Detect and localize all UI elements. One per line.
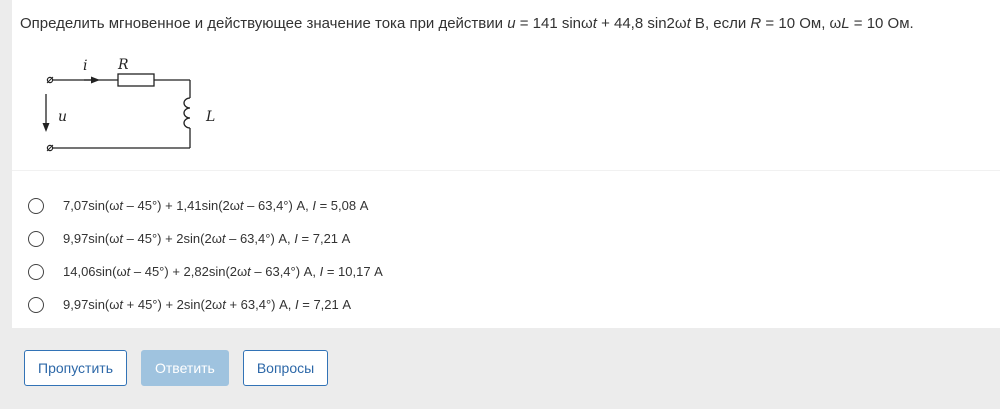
text-fragment: – 45°) + 1,41sin(2ω bbox=[123, 198, 240, 213]
questions-button[interactable]: Вопросы bbox=[242, 350, 329, 386]
italic-symbol: u bbox=[507, 15, 516, 32]
answer-option[interactable]: 14,06sin(ωt – 45°) + 2,82sin(2ωt – 63,4°… bbox=[28, 255, 383, 288]
answer-text: 9,97sin(ωt + 45°) + 2sin(2ωt + 63,4°) А,… bbox=[63, 297, 351, 312]
answer-text: 7,07sin(ωt – 45°) + 1,41sin(2ωt – 63,4°)… bbox=[63, 198, 368, 213]
voltage-arrowhead bbox=[42, 123, 50, 132]
text-fragment: = 10,17 А bbox=[323, 264, 383, 279]
question-text: Определить мгновенное и действующее знач… bbox=[20, 14, 914, 34]
circuit-diagram: i R L u bbox=[42, 57, 215, 152]
skip-button[interactable]: Пропустить bbox=[24, 350, 127, 386]
answer-button[interactable]: Ответить bbox=[141, 350, 229, 386]
answer-text: 9,97sin(ωt – 45°) + 2sin(2ωt – 63,4°) А,… bbox=[63, 231, 350, 246]
action-bar: Пропустить Ответить Вопросы bbox=[24, 350, 342, 386]
radio-button[interactable] bbox=[28, 296, 44, 313]
answer-option[interactable]: 9,97sin(ωt – 45°) + 2sin(2ωt – 63,4°) А,… bbox=[28, 222, 383, 255]
text-fragment: – 63,4°) А, bbox=[225, 231, 295, 246]
text-fragment: + 63,4°) А, bbox=[225, 297, 295, 312]
answer-text: 14,06sin(ωt – 45°) + 2,82sin(2ωt – 63,4°… bbox=[63, 264, 383, 279]
answer-option[interactable]: 7,07sin(ωt – 45°) + 1,41sin(2ωt – 63,4°)… bbox=[28, 189, 383, 222]
italic-symbol: R bbox=[750, 15, 762, 32]
text-fragment: = 141 sinω bbox=[515, 15, 593, 32]
text-fragment: = 7,21 А bbox=[297, 231, 351, 246]
text-fragment: = 10 Ом. bbox=[849, 15, 914, 32]
text-fragment: В, если bbox=[690, 15, 751, 32]
text-fragment: 9,97sin(ω bbox=[63, 297, 120, 312]
answer-option[interactable]: 9,97sin(ωt + 45°) + 2sin(2ωt + 63,4°) А,… bbox=[28, 288, 383, 321]
inductor-symbol bbox=[183, 97, 191, 129]
text-fragment: 14,06sin(ω bbox=[63, 264, 127, 279]
text-fragment: – 63,4°) А, bbox=[243, 198, 313, 213]
text-fragment: – 45°) + 2sin(2ω bbox=[123, 231, 222, 246]
text-fragment: – 63,4°) А, bbox=[250, 264, 320, 279]
italic-symbol: L bbox=[841, 15, 850, 32]
current-label: i bbox=[83, 58, 87, 74]
divider bbox=[12, 170, 1000, 171]
inductor-label: L bbox=[205, 109, 215, 125]
text-fragment: = 7,21 А bbox=[298, 297, 352, 312]
text-fragment: Определить мгновенное и действующее знач… bbox=[20, 15, 508, 32]
text-fragment: 9,97sin(ω bbox=[63, 231, 120, 246]
current-arrowhead bbox=[91, 76, 100, 84]
voltage-label: u bbox=[58, 109, 67, 125]
answer-list: 7,07sin(ωt – 45°) + 1,41sin(2ωt – 63,4°)… bbox=[28, 189, 383, 321]
text-fragment: = 10 Ом, ω bbox=[761, 15, 842, 32]
text-fragment: = 5,08 А bbox=[315, 198, 369, 213]
radio-button[interactable] bbox=[28, 197, 44, 214]
resistor-symbol bbox=[117, 73, 155, 87]
radio-button[interactable] bbox=[28, 263, 44, 280]
resistor-label: R bbox=[117, 57, 129, 73]
text-fragment: 7,07sin(ω bbox=[63, 198, 120, 213]
text-fragment: + 44,8 sin2ω bbox=[596, 15, 687, 32]
text-fragment: + 45°) + 2sin(2ω bbox=[123, 297, 223, 312]
radio-button[interactable] bbox=[28, 230, 44, 247]
text-fragment: – 45°) + 2,82sin(2ω bbox=[130, 264, 248, 279]
